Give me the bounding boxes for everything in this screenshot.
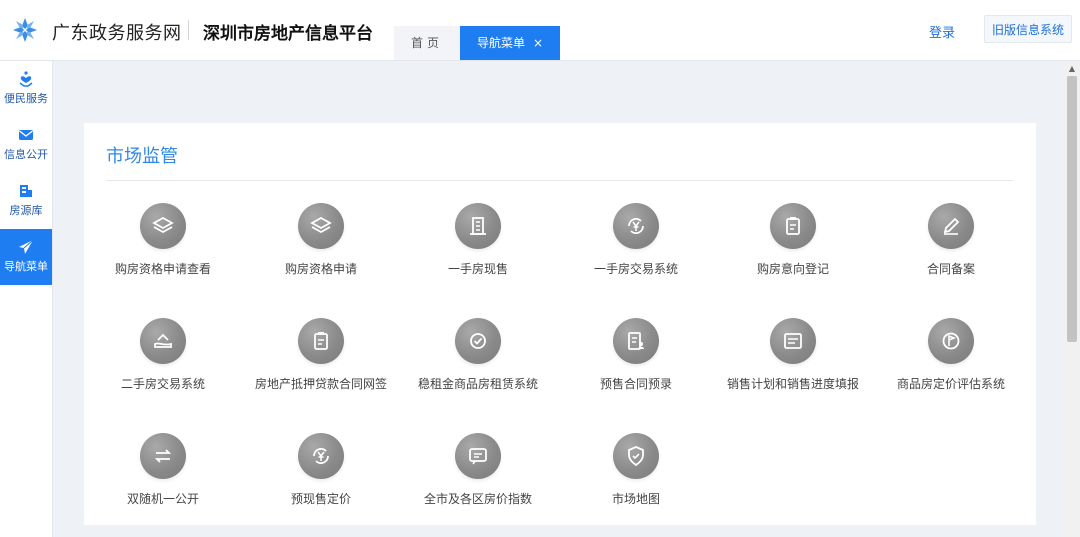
tile-label: 预售合同预录: [599, 377, 672, 391]
layers-icon: [140, 203, 186, 249]
tile-commercial-pricing-evaluation[interactable]: 商品房定价评估系统: [872, 318, 1030, 418]
sidebar-item-label: 导航菜单: [4, 260, 48, 273]
tile-label: 销售计划和销售进度填报: [726, 377, 859, 391]
platform-title: 深圳市房地产信息平台: [203, 24, 373, 44]
tile-new-house-trading-system[interactable]: 一手房交易系统: [557, 203, 715, 303]
tile-second-hand-trading-system[interactable]: 二手房交易系统: [84, 318, 242, 418]
swap-arrows-icon: [140, 433, 186, 479]
tab-nav-menu[interactable]: 导航菜单 ×: [460, 26, 560, 60]
gov-logo-icon[interactable]: [12, 17, 38, 43]
tile-presale-contract-prerecord[interactable]: 预售合同预录: [557, 318, 715, 418]
building-icon: [20, 185, 32, 197]
document-person-icon: [613, 318, 659, 364]
tile-stable-rent-leasing-system[interactable]: 稳租金商品房租赁系统: [399, 318, 557, 418]
tile-purchase-intention-registration[interactable]: 购房意向登记: [714, 203, 872, 303]
panel-title: 市场监管: [106, 146, 178, 167]
flag-circle-icon: [928, 318, 974, 364]
house-hand-icon: [140, 318, 186, 364]
tile-housing-price-index[interactable]: 全市及各区房价指数: [399, 433, 557, 533]
tile-label: 购房资格申请: [284, 262, 357, 276]
top-header: 广东政务服务网 深圳市房地产信息平台 首页 导航菜单 × 登录 旧版信息系统: [0, 0, 1080, 61]
tile-label: 稳租金商品房租赁系统: [417, 377, 538, 391]
heart-hand-icon: [19, 71, 33, 87]
tile-market-map[interactable]: 市场地图: [557, 433, 715, 533]
tile-label: 房地产抵押贷款合同网签: [254, 377, 387, 391]
tile-label: 商品房定价评估系统: [896, 377, 1005, 391]
pencil-icon: [928, 203, 974, 249]
panel-divider: [106, 180, 1013, 181]
tile-label: 一手房现售: [447, 262, 508, 276]
market-supervision-panel: 市场监管 购房资格申请查看 购房资格申请 一手房现售 一手房交易系统 购房意向登…: [84, 123, 1036, 525]
tile-presale-pricing[interactable]: 预现售定价: [242, 433, 400, 533]
sidebar-item-label: 房源库: [9, 204, 43, 217]
tab-home[interactable]: 首页: [394, 26, 460, 60]
old-system-button[interactable]: 旧版信息系统: [984, 15, 1072, 43]
tile-label: 购房资格申请查看: [114, 262, 211, 276]
tile-label: 二手房交易系统: [120, 377, 205, 391]
sidebar: 便民服务 信息公开 房源库 导航菜单: [0, 61, 53, 537]
login-link[interactable]: 登录: [929, 22, 955, 41]
tab-nav-label: 导航菜单: [476, 36, 525, 50]
tile-purchase-qualification-view[interactable]: 购房资格申请查看: [84, 203, 242, 303]
tile-label: 全市及各区房价指数: [423, 492, 532, 506]
tile-label: 双随机一公开: [126, 492, 199, 506]
yen-cycle-icon: [298, 433, 344, 479]
paper-plane-icon: [19, 239, 34, 254]
mail-icon: [19, 130, 33, 140]
scrollbar-thumb[interactable]: [1067, 76, 1077, 342]
tile-sales-plan-progress-report[interactable]: 销售计划和销售进度填报: [714, 318, 872, 418]
yen-cycle-icon: [613, 203, 659, 249]
layers-icon: [298, 203, 344, 249]
tile-mortgage-loan-contract-signing[interactable]: 房地产抵押贷款合同网签: [242, 318, 400, 418]
sidebar-item-convenience[interactable]: 便民服务: [0, 61, 52, 117]
clipboard-icon: [770, 203, 816, 249]
close-icon[interactable]: ×: [533, 36, 543, 50]
brand-title[interactable]: 广东政务服务网: [52, 19, 182, 45]
tile-new-house-spot-sale[interactable]: 一手房现售: [399, 203, 557, 303]
tile-label: 预现售定价: [290, 492, 351, 506]
sidebar-item-info[interactable]: 信息公开: [0, 117, 52, 173]
tile-double-random-public[interactable]: 双随机一公开: [84, 433, 242, 533]
tile-label: 购房意向登记: [756, 262, 829, 276]
scroll-up-icon[interactable]: ▲: [1064, 63, 1080, 75]
sidebar-item-housing[interactable]: 房源库: [0, 173, 52, 229]
message-icon: [455, 433, 501, 479]
tile-purchase-qualification[interactable]: 购房资格申请: [242, 203, 400, 303]
tile-contract-filing[interactable]: 合同备案: [872, 203, 1030, 303]
tile-label: 一手房交易系统: [593, 262, 678, 276]
tile-label: 市场地图: [611, 492, 660, 506]
shield-icon: [613, 433, 659, 479]
building-icon: [455, 203, 501, 249]
sidebar-item-label: 便民服务: [4, 92, 48, 105]
brand-divider: [188, 20, 189, 40]
sidebar-item-label: 信息公开: [4, 148, 48, 161]
tab-home-label: 首页: [410, 36, 443, 50]
clipboard-icon: [298, 318, 344, 364]
sidebar-item-nav-menu[interactable]: 导航菜单: [0, 229, 52, 285]
check-cycle-icon: [455, 318, 501, 364]
tile-label: 合同备案: [926, 262, 975, 276]
form-icon: [770, 318, 816, 364]
